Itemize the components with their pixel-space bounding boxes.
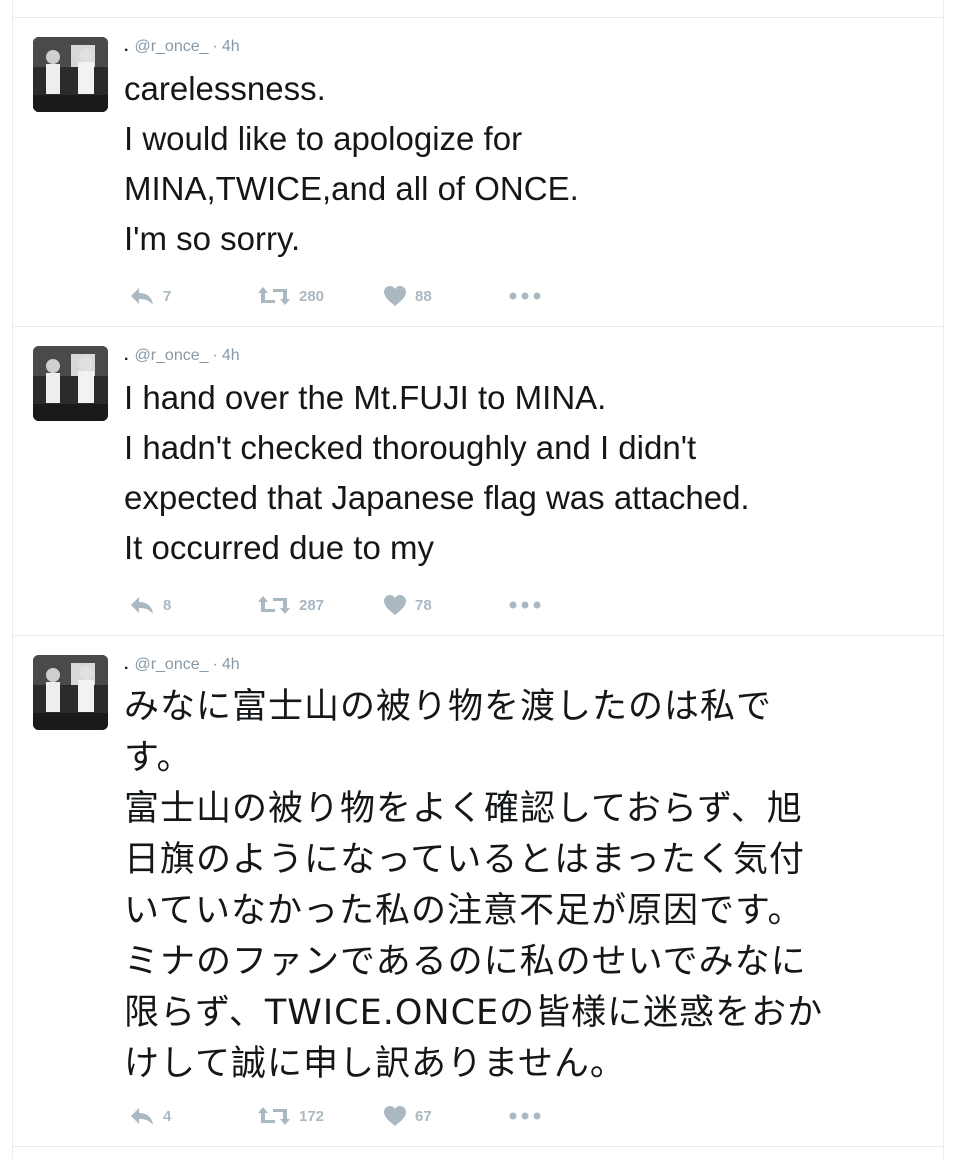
like-button[interactable]: 78 bbox=[383, 594, 509, 616]
retweet-button[interactable]: 287 bbox=[257, 595, 383, 615]
like-count: 88 bbox=[415, 287, 432, 305]
tweet-text: carelessness. I would like to apologize … bbox=[124, 70, 579, 257]
more-icon bbox=[509, 601, 541, 609]
retweet-count: 287 bbox=[299, 596, 325, 614]
tweet-text: みなに富士山の被り物を渡したのは私で す。 富士山の被り物をよく確認しておらず、… bbox=[124, 687, 824, 1084]
reply-count: 7 bbox=[163, 287, 172, 305]
tweet-actions: 8 287 78 bbox=[129, 593, 541, 617]
avatar[interactable] bbox=[33, 37, 108, 112]
reply-count: 4 bbox=[163, 1107, 172, 1125]
more-icon bbox=[509, 292, 541, 300]
separator: · bbox=[212, 656, 218, 673]
like-count: 67 bbox=[415, 1107, 432, 1125]
retweet-button[interactable]: 172 bbox=[257, 1106, 383, 1126]
tweet-actions: 4 172 67 bbox=[129, 1104, 541, 1128]
tweet-text: I hand over the Mt.FUJI to MINA. I hadn'… bbox=[124, 379, 750, 566]
retweet-icon bbox=[257, 595, 291, 615]
tweet-header: . @r_once_ · 4h bbox=[124, 655, 240, 675]
heart-icon bbox=[383, 285, 407, 307]
tweet-header: . @r_once_ · 4h bbox=[124, 37, 240, 57]
separator: · bbox=[212, 38, 218, 55]
display-name[interactable]: . bbox=[124, 347, 128, 364]
handle[interactable]: @r_once_ bbox=[134, 38, 208, 55]
reply-button[interactable]: 7 bbox=[129, 286, 257, 306]
timestamp[interactable]: 4h bbox=[222, 347, 240, 364]
reply-icon bbox=[129, 595, 155, 615]
avatar[interactable] bbox=[33, 346, 108, 421]
like-button[interactable]: 88 bbox=[383, 285, 509, 307]
timestamp[interactable]: 4h bbox=[222, 656, 240, 673]
tweet-actions: 7 280 88 bbox=[129, 284, 541, 308]
more-button[interactable] bbox=[509, 601, 541, 609]
display-name[interactable]: . bbox=[124, 656, 128, 673]
reply-count: 8 bbox=[163, 596, 172, 614]
heart-icon bbox=[383, 594, 407, 616]
separator: · bbox=[212, 347, 218, 364]
timeline: . @r_once_ · 4h carelessness. I would like … bbox=[12, 0, 944, 1159]
tweet[interactable]: . @r_once_ · 4h I hand over the Mt.FUJI to … bbox=[13, 327, 943, 636]
handle[interactable]: @r_once_ bbox=[134, 656, 208, 673]
retweet-button[interactable]: 280 bbox=[257, 286, 383, 306]
handle[interactable]: @r_once_ bbox=[134, 347, 208, 364]
like-count: 78 bbox=[415, 596, 432, 614]
more-button[interactable] bbox=[509, 1112, 541, 1120]
more-button[interactable] bbox=[509, 292, 541, 300]
reply-icon bbox=[129, 286, 155, 306]
retweet-icon bbox=[257, 1106, 291, 1126]
retweet-count: 280 bbox=[299, 287, 325, 305]
reply-button[interactable]: 4 bbox=[129, 1106, 257, 1126]
tweet[interactable]: . @r_once_ · 4h carelessness. I would like … bbox=[13, 18, 943, 327]
avatar[interactable] bbox=[33, 655, 108, 730]
like-button[interactable]: 67 bbox=[383, 1105, 509, 1127]
timestamp[interactable]: 4h bbox=[222, 38, 240, 55]
more-icon bbox=[509, 1112, 541, 1120]
reply-button[interactable]: 8 bbox=[129, 595, 257, 615]
retweet-icon bbox=[257, 286, 291, 306]
tweet-header: . @r_once_ · 4h bbox=[124, 346, 240, 366]
reply-icon bbox=[129, 1106, 155, 1126]
display-name[interactable]: . bbox=[124, 38, 128, 55]
retweet-count: 172 bbox=[299, 1107, 325, 1125]
heart-icon bbox=[383, 1105, 407, 1127]
tweet[interactable]: . @r_once_ · 4h みなに富士山の被り物を渡したのは私で す。 富士山の被… bbox=[13, 636, 943, 1147]
